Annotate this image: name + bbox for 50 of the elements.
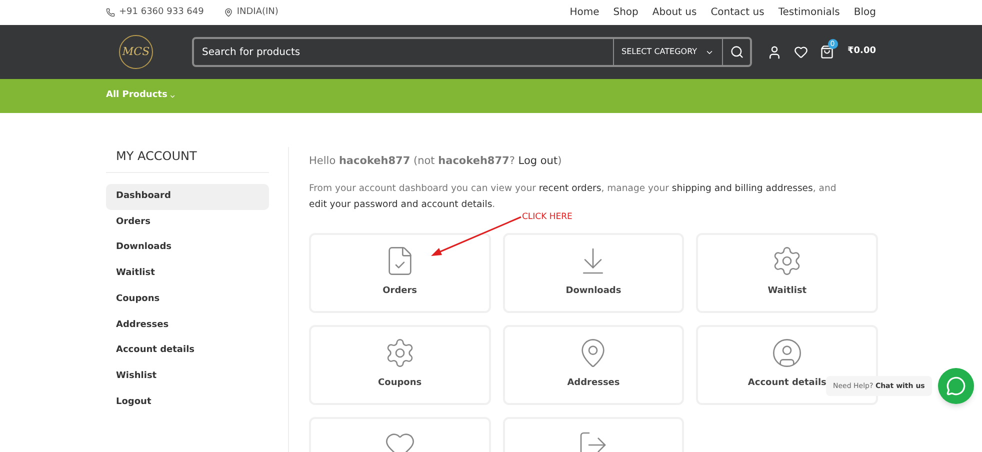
text-link[interactable]: shipping and billing addresses — [672, 183, 813, 194]
chat-icon — [946, 376, 966, 396]
tile-label: Downloads — [566, 285, 622, 298]
phone-number: +91 6360 933 649 — [119, 6, 204, 19]
shopping-bag-icon[interactable] — [820, 45, 834, 59]
nav-link[interactable]: About us — [652, 5, 697, 20]
search-field[interactable]: Search for products SELECT CATEGORY — [192, 37, 752, 67]
tile-label: Addresses — [567, 377, 620, 390]
nav-link[interactable]: Contact us — [710, 5, 764, 20]
cart-total[interactable]: ₹0.00 — [848, 45, 876, 59]
sidebar-item[interactable]: Coupons — [106, 286, 269, 312]
tile-label: Waitlist — [768, 285, 807, 298]
chat-button[interactable] — [938, 368, 974, 404]
sidebar-item[interactable]: Logout — [106, 390, 269, 416]
sidebar-item[interactable]: Waitlist — [106, 261, 269, 287]
nav-link[interactable]: Home — [570, 5, 600, 20]
greeting-text: Hello hacokeh877 (not hacokeh877? Log out) — [309, 154, 563, 169]
location-text: INDIA(IN) — [236, 6, 278, 19]
sidebar-item[interactable]: Account details — [106, 338, 269, 364]
nav-link[interactable]: Blog — [854, 5, 876, 20]
tile-label: Orders — [382, 285, 418, 298]
sidebar-item[interactable]: Downloads — [106, 235, 269, 262]
dashboard-tile[interactable]: Orders — [309, 233, 491, 313]
dashboard-tile[interactable]: Addresses — [502, 325, 684, 405]
intro-paragraph: From your account dashboard you can view your recent orders, manage your shipping and billing addresses, and edit your password and account details. — [309, 182, 838, 212]
sidebar-item[interactable]: Wishlist — [106, 364, 269, 390]
text-link[interactable]: Log out — [518, 155, 558, 167]
location-icon — [224, 8, 233, 17]
annotation-text: CLICK HERE — [522, 211, 572, 224]
category-select[interactable]: SELECT CATEGORY — [612, 39, 722, 65]
chevron-icon — [169, 92, 176, 100]
text-link[interactable]: recent orders — [538, 183, 602, 194]
logo[interactable]: MCS — [106, 29, 166, 75]
dashboard-tile[interactable]: Downloads — [502, 233, 684, 313]
phone-icon — [106, 8, 115, 17]
heart-icon[interactable] — [794, 45, 808, 59]
section-title: MY ACCOUNT — [106, 147, 269, 173]
sidebar-item[interactable]: Addresses — [106, 312, 269, 338]
tile-label: Account details — [748, 377, 826, 390]
tile-label: Coupons — [378, 377, 422, 390]
nav-link[interactable]: Shop — [613, 5, 638, 20]
dashboard-tile[interactable]: Coupons — [309, 325, 491, 405]
user-circle-icon — [771, 337, 804, 369]
dashboard-tile[interactable]: Waitlist — [696, 233, 878, 313]
sidebar-item[interactable]: Orders — [106, 210, 269, 236]
search-icon — [730, 45, 744, 59]
user-icon[interactable] — [766, 44, 782, 60]
text-link[interactable]: edit your password and account details — [309, 199, 492, 210]
sidebar-item[interactable]: Dashboard — [106, 184, 269, 210]
nav-link[interactable]: Testimonials — [778, 5, 840, 20]
